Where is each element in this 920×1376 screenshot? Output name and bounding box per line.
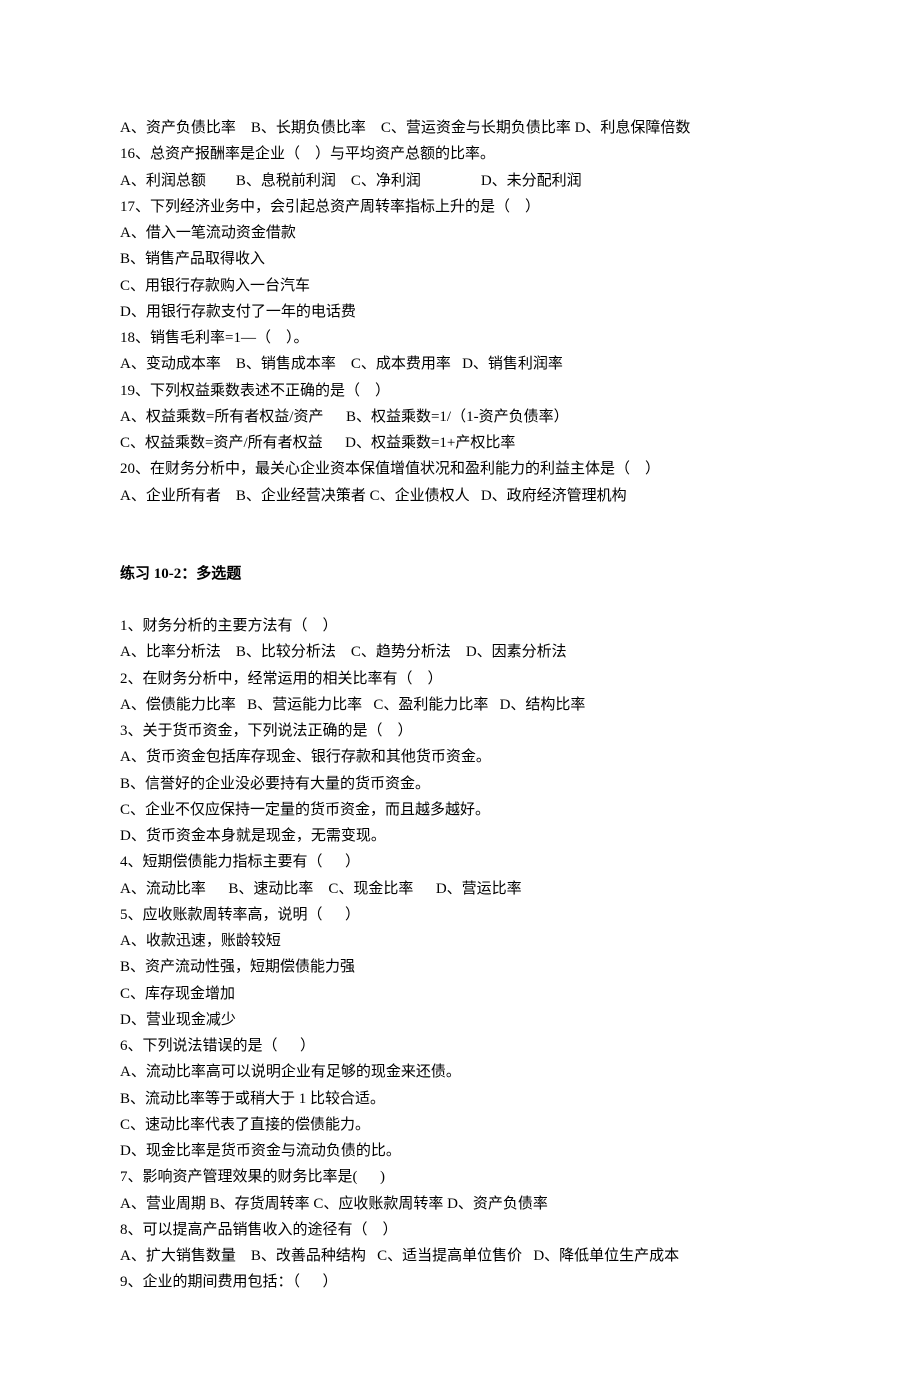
text-line: A、扩大销售数量 B、改善品种结构 C、适当提高单位售价 D、降低单位生产成本	[120, 1243, 800, 1269]
section-title: 练习 10-2：多选题	[120, 561, 800, 587]
text-line: 8、可以提高产品销售收入的途径有（ ）	[120, 1217, 800, 1243]
text-line: A、营业周期 B、存货周转率 C、应收账款周转率 D、资产负债率	[120, 1191, 800, 1217]
text-line: 6、下列说法错误的是（ ）	[120, 1033, 800, 1059]
question-block-1: A、资产负债比率 B、长期负债比率 C、营运资金与长期负债比率 D、利息保障倍数…	[120, 115, 800, 509]
text-line: 16、总资产报酬率是企业（ ）与平均资产总额的比率。	[120, 141, 800, 167]
text-line: 5、应收账款周转率高，说明（ ）	[120, 902, 800, 928]
spacer	[120, 509, 800, 535]
text-line: B、销售产品取得收入	[120, 246, 800, 272]
text-line: A、权益乘数=所有者权益/资产 B、权益乘数=1/（1-资产负债率）	[120, 404, 800, 430]
text-line: 3、关于货币资金，下列说法正确的是（ ）	[120, 718, 800, 744]
text-line: A、借入一笔流动资金借款	[120, 220, 800, 246]
text-line: C、库存现金增加	[120, 981, 800, 1007]
text-line: C、权益乘数=资产/所有者权益 D、权益乘数=1+产权比率	[120, 430, 800, 456]
text-line: B、信誉好的企业没必要持有大量的货币资金。	[120, 771, 800, 797]
text-line: D、用银行存款支付了一年的电话费	[120, 299, 800, 325]
text-line: A、企业所有者 B、企业经营决策者 C、企业债权人 D、政府经济管理机构	[120, 483, 800, 509]
text-line: A、收款迅速，账龄较短	[120, 928, 800, 954]
text-line: D、营业现金减少	[120, 1007, 800, 1033]
text-line: A、变动成本率 B、销售成本率 C、成本费用率 D、销售利润率	[120, 351, 800, 377]
text-line: A、利润总额 B、息税前利润 C、净利润 D、未分配利润	[120, 168, 800, 194]
text-line: A、偿债能力比率 B、营运能力比率 C、盈利能力比率 D、结构比率	[120, 692, 800, 718]
text-line: 17、下列经济业务中，会引起总资产周转率指标上升的是（ ）	[120, 194, 800, 220]
text-line: 2、在财务分析中，经常运用的相关比率有（ ）	[120, 666, 800, 692]
document-page: A、资产负债比率 B、长期负债比率 C、营运资金与长期负债比率 D、利息保障倍数…	[0, 0, 920, 1376]
text-line: 9、企业的期间费用包括：（ ）	[120, 1269, 800, 1295]
text-line: C、企业不仅应保持一定量的货币资金，而且越多越好。	[120, 797, 800, 823]
text-line: 18、销售毛利率=1—（ ）。	[120, 325, 800, 351]
text-line: B、资产流动性强，短期偿债能力强	[120, 954, 800, 980]
text-line: A、资产负债比率 B、长期负债比率 C、营运资金与长期负债比率 D、利息保障倍数	[120, 115, 800, 141]
text-line: 20、在财务分析中，最关心企业资本保值增值状况和盈利能力的利益主体是（ ）	[120, 456, 800, 482]
text-line: A、流动比率高可以说明企业有足够的现金来还债。	[120, 1059, 800, 1085]
text-line: A、货币资金包括库存现金、银行存款和其他货币资金。	[120, 744, 800, 770]
text-line: C、速动比率代表了直接的偿债能力。	[120, 1112, 800, 1138]
text-line: D、现金比率是货币资金与流动负债的比。	[120, 1138, 800, 1164]
text-line: D、货币资金本身就是现金，无需变现。	[120, 823, 800, 849]
text-line: C、用银行存款购入一台汽车	[120, 273, 800, 299]
text-line: 4、短期偿债能力指标主要有（ ）	[120, 849, 800, 875]
text-line: A、流动比率 B、速动比率 C、现金比率 D、营运比率	[120, 876, 800, 902]
question-block-2: 1、财务分析的主要方法有（ ）A、比率分析法 B、比较分析法 C、趋势分析法 D…	[120, 613, 800, 1296]
text-line: 19、下列权益乘数表述不正确的是（ ）	[120, 378, 800, 404]
text-line: 1、财务分析的主要方法有（ ）	[120, 613, 800, 639]
text-line: B、流动比率等于或稍大于 1 比较合适。	[120, 1086, 800, 1112]
text-line: 7、影响资产管理效果的财务比率是( )	[120, 1164, 800, 1190]
text-line: A、比率分析法 B、比较分析法 C、趋势分析法 D、因素分析法	[120, 639, 800, 665]
